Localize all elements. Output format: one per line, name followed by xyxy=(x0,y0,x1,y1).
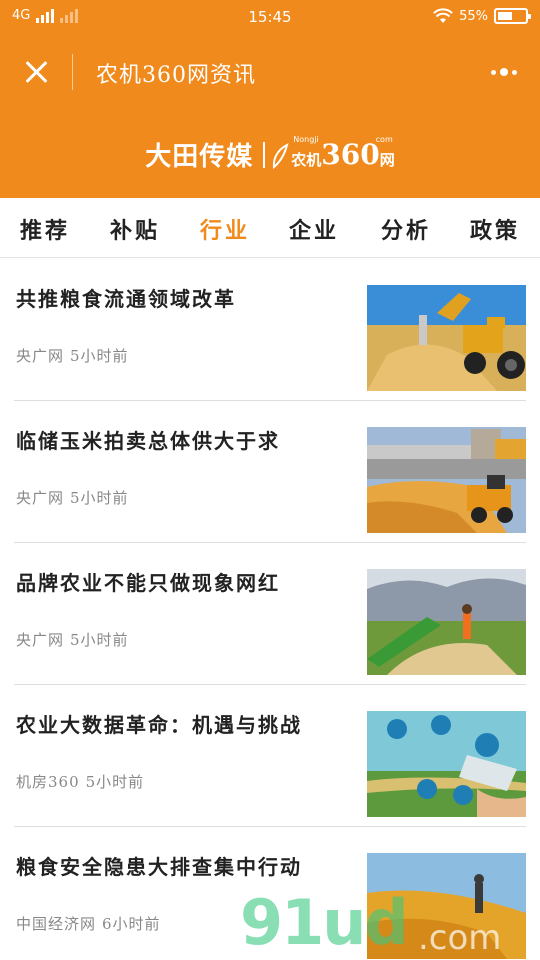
news-source: 央广网 xyxy=(16,347,65,365)
news-source: 中国经济网 xyxy=(16,915,97,933)
news-thumbnail xyxy=(367,569,526,675)
news-source: 央广网 xyxy=(16,631,65,649)
brand-right-suffix: 网 xyxy=(379,150,395,169)
news-time: 5小时前 xyxy=(70,489,129,507)
brand-sup-right: com xyxy=(375,134,393,144)
brand-logo: 大田传媒 Nongji 农机 360 网 com xyxy=(0,135,540,173)
list-item[interactable]: 农业大数据革命：机遇与挑战 机房360 5小时前 xyxy=(14,685,526,827)
news-meta: 央广网 5小时前 xyxy=(16,629,129,650)
close-icon[interactable] xyxy=(20,56,54,90)
list-item[interactable]: 共推粮食流通领域改革 央广网 5小时前 xyxy=(14,259,526,401)
title-bar: 农机360网资讯 xyxy=(0,36,540,108)
page-title: 农机360网资讯 xyxy=(96,63,256,88)
brand-sup-left: Nongji xyxy=(293,134,319,144)
brand-left-text: 大田传媒 xyxy=(145,142,254,172)
news-meta: 中国经济网 6小时前 xyxy=(16,913,161,934)
status-right: 55% xyxy=(433,8,531,24)
tab-enterprise[interactable]: 企业 xyxy=(289,213,339,245)
list-item[interactable]: 临储玉米拍卖总体供大于求 央广网 5小时前 xyxy=(14,401,526,543)
news-meta: 央广网 5小时前 xyxy=(16,345,129,366)
watermark-text: 91ud xyxy=(240,886,409,959)
watermark-suffix: .com xyxy=(418,918,502,958)
brand-right: Nongji 农机 360 网 com xyxy=(271,135,395,171)
tab-industry[interactable]: 行业 xyxy=(200,213,250,245)
tab-subsidy[interactable]: 补贴 xyxy=(110,213,160,245)
news-headline: 临储玉米拍卖总体供大于求 xyxy=(16,429,280,453)
news-meta: 央广网 5小时前 xyxy=(16,487,129,508)
news-source: 机房360 xyxy=(16,773,80,791)
more-dots-icon[interactable] xyxy=(484,60,524,84)
tab-policy[interactable]: 政策 xyxy=(470,213,520,245)
news-thumbnail xyxy=(367,285,526,391)
wifi-icon xyxy=(433,8,454,23)
news-headline: 粮食安全隐患大排查集中行动 xyxy=(16,855,302,879)
news-time: 5小时前 xyxy=(85,773,145,791)
news-time: 5小时前 xyxy=(70,347,129,365)
news-headline: 品牌农业不能只做现象网红 xyxy=(16,571,280,595)
news-thumbnail xyxy=(367,711,526,817)
watermark: 91ud .com xyxy=(240,880,540,960)
status-bar: 4G 15:45 55% xyxy=(0,0,540,36)
brand-separator xyxy=(263,141,266,168)
list-item[interactable]: 品牌农业不能只做现象网红 央广网 5小时前 xyxy=(14,543,526,685)
category-tabs: 推荐 补贴 行业 企业 分析 政策 xyxy=(0,198,540,258)
battery-icon xyxy=(494,8,531,24)
news-headline: 农业大数据革命：机遇与挑战 xyxy=(16,713,302,737)
news-thumbnail xyxy=(367,427,526,533)
tab-analysis[interactable]: 分析 xyxy=(381,213,431,245)
brand-right-number: 360 xyxy=(321,137,380,171)
news-time: 5小时前 xyxy=(70,631,129,649)
title-divider xyxy=(72,54,73,90)
news-meta: 机房360 5小时前 xyxy=(16,771,144,792)
news-time: 6小时前 xyxy=(102,915,161,933)
tab-recommend[interactable]: 推荐 xyxy=(20,213,70,245)
news-headline: 共推粮食流通领域改革 xyxy=(16,287,236,311)
brand-banner: 大田传媒 Nongji 农机 360 网 com xyxy=(0,108,540,198)
brand-right-small: 农机 xyxy=(291,150,322,169)
news-source: 央广网 xyxy=(16,489,65,507)
leaf-icon xyxy=(273,142,289,169)
battery-percent: 55% xyxy=(459,8,488,24)
